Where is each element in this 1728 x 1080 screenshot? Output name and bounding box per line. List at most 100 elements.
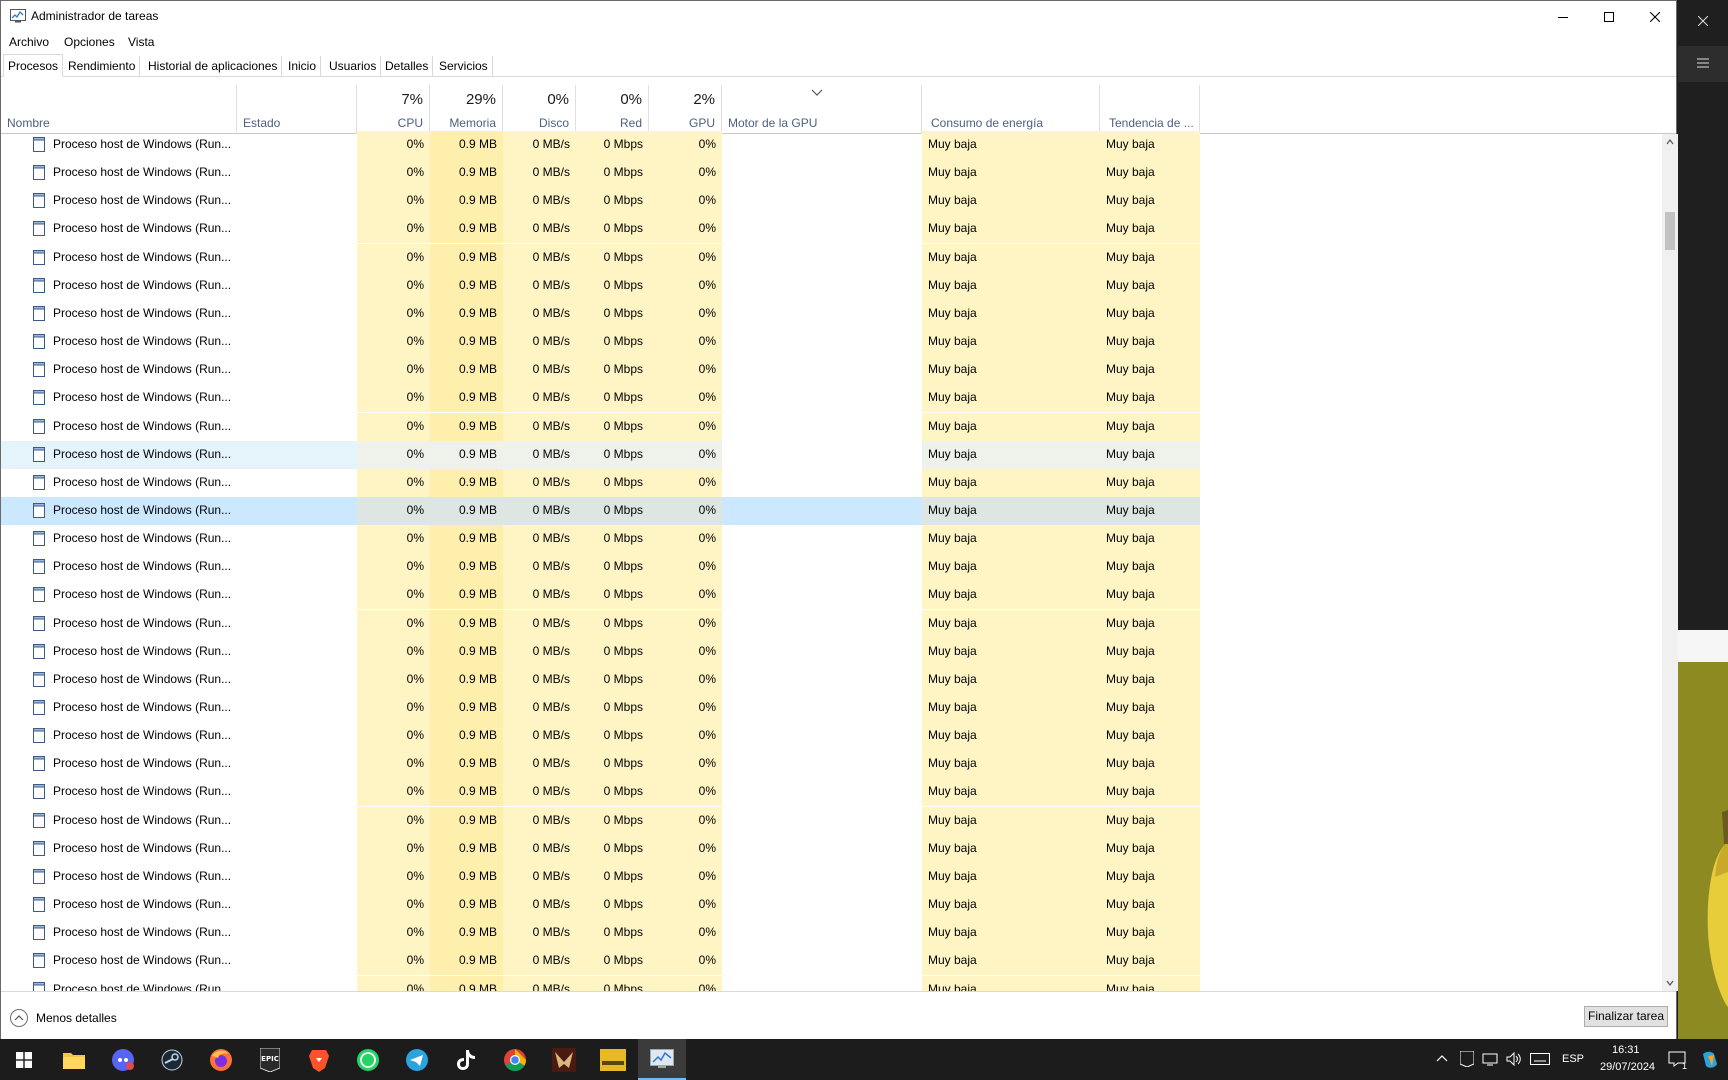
hamburger-button[interactable] bbox=[1678, 46, 1728, 82]
table-row[interactable]: Proceso host de Windows (Run... 0% 0.9 MB 0… bbox=[1, 609, 1663, 638]
task-manager-icon bbox=[10, 9, 26, 23]
power-value: Muy baja bbox=[922, 243, 1100, 272]
col-cpu[interactable]: 7% CPU bbox=[357, 85, 430, 134]
close-icon[interactable] bbox=[1698, 16, 1708, 26]
network-icon[interactable] bbox=[1482, 1052, 1498, 1066]
col-network[interactable]: 0% Red bbox=[576, 85, 649, 134]
col-gpu[interactable]: 2% GPU bbox=[649, 85, 722, 134]
table-row[interactable]: Proceso host de Windows (Run... 0% 0.9 MB 0… bbox=[1, 299, 1663, 328]
gpu-value: 0% bbox=[649, 159, 722, 188]
process-list[interactable]: Proceso host de Windows (Run... 0% 0.9 MB 0… bbox=[1, 131, 1663, 991]
table-row[interactable]: Proceso host de Windows (Run... 0% 0.9 MB 0… bbox=[1, 187, 1663, 216]
power-trend-value: Muy baja bbox=[1100, 299, 1200, 328]
col-power[interactable]: Consumo de energía bbox=[922, 85, 1100, 134]
table-row[interactable]: Proceso host de Windows (Run... 0% 0.9 MB 0… bbox=[1, 637, 1663, 666]
table-row[interactable]: Proceso host de Windows (Run... 0% 0.9 MB 0… bbox=[1, 553, 1663, 582]
col-memory[interactable]: 29% Memoria bbox=[430, 85, 503, 134]
maximize-button[interactable] bbox=[1586, 1, 1632, 32]
table-row[interactable]: Proceso host de Windows (Run... 0% 0.9 MB 0… bbox=[1, 384, 1663, 413]
taskbar-game-app[interactable] bbox=[540, 1039, 588, 1080]
close-button[interactable] bbox=[1632, 1, 1678, 32]
table-row[interactable]: Proceso host de Windows (Run... 0% 0.9 MB 0… bbox=[1, 468, 1663, 497]
end-task-button[interactable]: Finalizar tarea bbox=[1584, 1006, 1668, 1027]
tab-inicio[interactable]: Inicio bbox=[284, 56, 322, 77]
table-row[interactable]: Proceso host de Windows (Run... 0% 0.9 MB 0… bbox=[1, 665, 1663, 694]
menu-opciones[interactable]: Opciones bbox=[64, 35, 115, 49]
notification-count: 1 bbox=[1682, 1061, 1688, 1071]
scrollbar-thumb[interactable] bbox=[1665, 212, 1675, 250]
table-row[interactable]: Proceso host de Windows (Run... 0% 0.9 MB 0… bbox=[1, 778, 1663, 807]
table-row[interactable]: Proceso host de Windows (Run... 0% 0.9 MB 0… bbox=[1, 806, 1663, 835]
table-row[interactable]: Proceso host de Windows (Run... 0% 0.9 MB 0… bbox=[1, 243, 1663, 272]
power-value: Muy baja bbox=[922, 553, 1100, 582]
clock-date[interactable]: 29/07/2024 bbox=[1600, 1061, 1655, 1073]
memory-value: 0.9 MB bbox=[430, 750, 503, 779]
col-disk[interactable]: 0% Disco bbox=[503, 85, 576, 134]
less-details-toggle[interactable]: Menos detalles bbox=[10, 1009, 117, 1027]
chevron-up-icon[interactable] bbox=[1436, 1054, 1448, 1062]
tab-detalles[interactable]: Detalles bbox=[381, 56, 434, 77]
taskbar-tiktok[interactable] bbox=[442, 1039, 490, 1080]
table-row[interactable]: Proceso host de Windows (Run... 0% 0.9 MB 0… bbox=[1, 975, 1663, 991]
taskbar-file-explorer[interactable] bbox=[50, 1039, 98, 1080]
gpu-engine-value bbox=[722, 581, 922, 609]
table-row[interactable]: Proceso host de Windows (Run... 0% 0.9 MB 0… bbox=[1, 891, 1663, 920]
disk-value: 0 MB/s bbox=[503, 891, 576, 920]
col-power-trend[interactable]: Tendencia de ... bbox=[1100, 85, 1200, 134]
clock-time[interactable]: 16:31 bbox=[1612, 1044, 1640, 1056]
table-row[interactable]: Proceso host de Windows (Run... 0% 0.9 MB 0… bbox=[1, 750, 1663, 779]
table-row[interactable]: Proceso host de Windows (Run... 0% 0.9 MB 0… bbox=[1, 412, 1663, 441]
col-name[interactable]: Nombre bbox=[1, 85, 237, 134]
power-trend-value: Muy baja bbox=[1100, 891, 1200, 920]
taskbar-chrome[interactable] bbox=[491, 1039, 539, 1080]
minimize-button[interactable] bbox=[1540, 1, 1586, 32]
table-row[interactable]: Proceso host de Windows (Run... 0% 0.9 MB 0… bbox=[1, 694, 1663, 722]
table-row[interactable]: Proceso host de Windows (Run... 0% 0.9 MB 0… bbox=[1, 328, 1663, 357]
taskbar-epic-games[interactable]: EPIC bbox=[246, 1039, 294, 1080]
language-indicator[interactable]: ESP bbox=[1562, 1053, 1584, 1065]
gpu-value: 0% bbox=[649, 637, 722, 666]
table-row[interactable]: Proceso host de Windows (Run... 0% 0.9 MB 0… bbox=[1, 581, 1663, 610]
gpu-value: 0% bbox=[649, 834, 722, 863]
table-row[interactable]: Proceso host de Windows (Run... 0% 0.9 MB 0… bbox=[1, 440, 1663, 469]
volume-icon[interactable] bbox=[1506, 1052, 1522, 1066]
table-row[interactable]: Proceso host de Windows (Run... 0% 0.9 MB 0… bbox=[1, 919, 1663, 948]
table-row[interactable]: Proceso host de Windows (Run... 0% 0.9 MB 0… bbox=[1, 215, 1663, 244]
table-row[interactable]: Proceso host de Windows (Run... 0% 0.9 MB 0… bbox=[1, 525, 1663, 554]
tab-servicios[interactable]: Servicios bbox=[435, 56, 493, 77]
table-row[interactable]: Proceso host de Windows (Run... 0% 0.9 MB 0… bbox=[1, 947, 1663, 976]
table-row[interactable]: Proceso host de Windows (Run... 0% 0.9 MB 0… bbox=[1, 271, 1663, 300]
table-row[interactable]: Proceso host de Windows (Run... 0% 0.9 MB 0… bbox=[1, 834, 1663, 863]
copilot-icon[interactable] bbox=[1700, 1050, 1720, 1070]
table-row[interactable]: Proceso host de Windows (Run... 0% 0.9 MB 0… bbox=[1, 722, 1663, 751]
menu-archivo[interactable]: Archivo bbox=[9, 35, 49, 49]
taskbar-steam[interactable] bbox=[148, 1039, 196, 1080]
table-row[interactable]: Proceso host de Windows (Run... 0% 0.9 MB 0… bbox=[1, 862, 1663, 891]
table-row[interactable]: Proceso host de Windows (Run... 0% 0.9 MB 0… bbox=[1, 131, 1663, 159]
menu-vista[interactable]: Vista bbox=[128, 35, 154, 49]
taskbar-discord[interactable] bbox=[99, 1039, 147, 1080]
tab-procesos[interactable]: Procesos bbox=[3, 54, 64, 77]
disk-value: 0 MB/s bbox=[503, 525, 576, 554]
table-row[interactable]: Proceso host de Windows (Run... 0% 0.9 MB 0… bbox=[1, 159, 1663, 188]
col-status[interactable]: Estado bbox=[237, 85, 357, 134]
scroll-down-icon[interactable] bbox=[1666, 979, 1674, 987]
epic-tray-icon[interactable] bbox=[1460, 1051, 1474, 1067]
power-trend-value: Muy baja bbox=[1100, 722, 1200, 751]
tab-historial[interactable]: Historial de aplicaciones bbox=[144, 56, 283, 77]
tab-rendimiento[interactable]: Rendimiento bbox=[64, 56, 141, 77]
table-row[interactable]: Proceso host de Windows (Run... 0% 0.9 MB 0… bbox=[1, 496, 1663, 525]
taskbar-task-manager[interactable] bbox=[638, 1039, 686, 1080]
scroll-up-icon[interactable] bbox=[1666, 138, 1674, 146]
title-bar[interactable]: Administrador de tareas bbox=[1, 1, 1676, 32]
table-row[interactable]: Proceso host de Windows (Run... 0% 0.9 MB 0… bbox=[1, 356, 1663, 385]
taskbar-firefox[interactable] bbox=[197, 1039, 245, 1080]
keyboard-icon[interactable] bbox=[1530, 1053, 1550, 1065]
start-button[interactable] bbox=[0, 1039, 48, 1080]
taskbar-brave[interactable] bbox=[295, 1039, 343, 1080]
vertical-scrollbar[interactable] bbox=[1662, 134, 1678, 991]
taskbar-yellow-app[interactable] bbox=[589, 1039, 637, 1080]
tab-usuarios[interactable]: Usuarios bbox=[325, 56, 382, 77]
taskbar-whatsapp[interactable] bbox=[344, 1039, 392, 1080]
taskbar-telegram[interactable] bbox=[393, 1039, 441, 1080]
